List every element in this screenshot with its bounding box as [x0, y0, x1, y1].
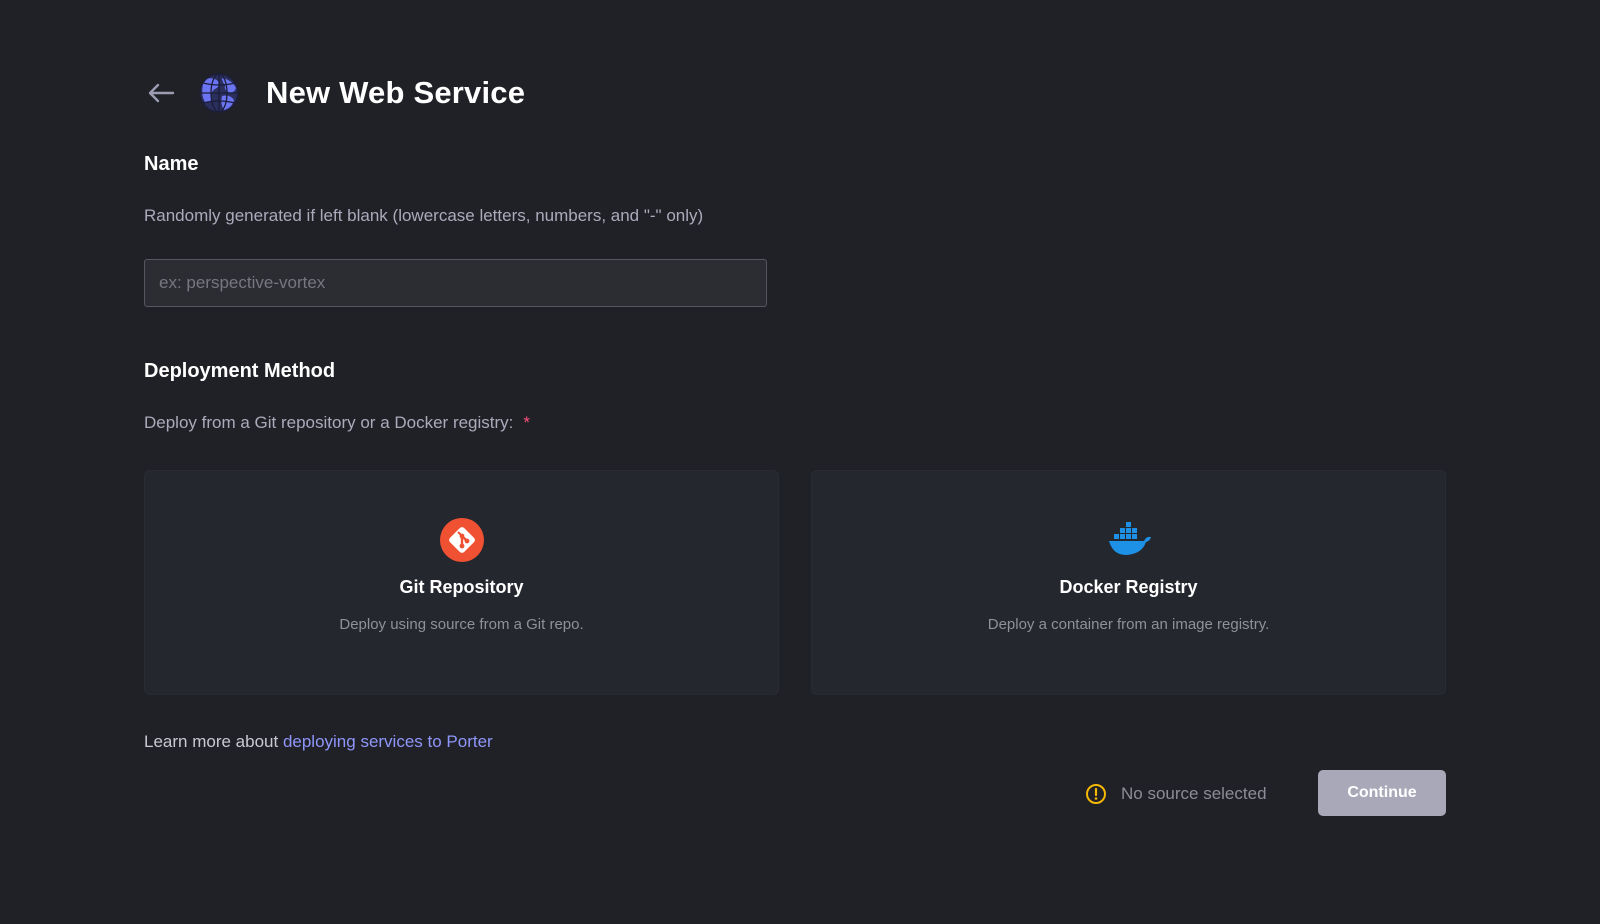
- docker-icon-wrap: [1106, 517, 1152, 563]
- continue-button[interactable]: Continue: [1318, 770, 1446, 816]
- new-web-service-page: New Web Service Name Randomly generated …: [0, 0, 1600, 924]
- learn-more-text: Learn more about deploying services to P…: [144, 732, 493, 752]
- arrow-left-icon: [148, 83, 175, 103]
- deployment-helper: Deploy from a Git repository or a Docker…: [144, 413, 530, 433]
- docker-option-title: Docker Registry: [1059, 577, 1198, 597]
- deployment-helper-text: Deploy from a Git repository or a Docker…: [144, 413, 514, 432]
- source-status: No source selected: [1085, 780, 1267, 808]
- git-option-description: Deploy using source from a Git repo.: [339, 616, 584, 633]
- page-title: New Web Service: [266, 75, 526, 110]
- git-repository-option[interactable]: Git Repository Deploy using source from …: [144, 470, 779, 695]
- deployment-section-title: Deployment Method: [144, 360, 336, 382]
- name-section-title: Name: [144, 153, 199, 175]
- status-text: No source selected: [1121, 784, 1267, 803]
- git-icon-wrap: [439, 517, 485, 563]
- globe-icon: [199, 73, 239, 113]
- name-helper-text: Randomly generated if left blank (lowerc…: [144, 206, 704, 225]
- page-header: New Web Service: [144, 68, 525, 118]
- docker-registry-option[interactable]: Docker Registry Deploy a container from …: [811, 470, 1446, 695]
- learn-more-prefix: Learn more about: [144, 732, 279, 751]
- docker-icon: [1108, 522, 1151, 555]
- warning-circle-icon: [1086, 784, 1106, 804]
- deploying-services-link[interactable]: deploying services to Porter: [283, 732, 493, 751]
- git-icon: [439, 518, 484, 562]
- name-input[interactable]: [144, 259, 767, 307]
- docker-option-description: Deploy a container from an image registr…: [987, 616, 1270, 633]
- required-asterisk: *: [523, 413, 531, 432]
- back-button[interactable]: [144, 76, 178, 110]
- git-option-title: Git Repository: [399, 577, 524, 597]
